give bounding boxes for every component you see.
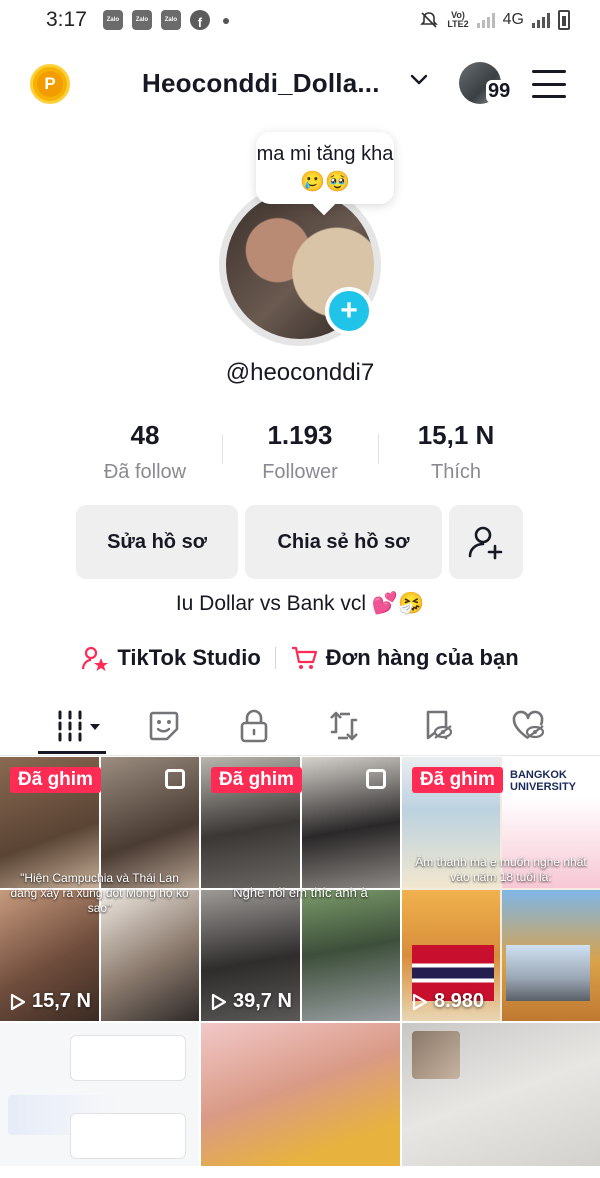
- airplane-image: [506, 945, 590, 1001]
- tab-favorites[interactable]: [144, 706, 184, 746]
- add-friend-button[interactable]: [449, 505, 523, 579]
- view-count: 8.980: [434, 990, 485, 1012]
- multi-photo-icon: [366, 769, 386, 789]
- video-thumbnail[interactable]: [402, 1023, 600, 1166]
- zalo-icon: Zalo: [131, 10, 152, 30]
- pinned-badge: Đã ghim: [211, 767, 302, 793]
- profile-note-bubble[interactable]: ma mi tăng kha🥲🥹: [256, 132, 394, 204]
- play-icon: [10, 993, 26, 1010]
- zalo-icon: Zalo: [102, 10, 123, 30]
- video-thumbnail[interactable]: Đã ghim "Hiện Campuchia và Thái Lan đang…: [0, 757, 199, 1021]
- tab-saved[interactable]: [418, 706, 458, 746]
- notification-count-badge: 99: [486, 80, 513, 103]
- stat-label: Đã follow: [103, 461, 187, 483]
- play-icon: [211, 993, 227, 1010]
- more-notifications-dot: ●: [221, 12, 231, 28]
- username-switcher[interactable]: Heoconddi_Dolla...: [142, 68, 380, 99]
- play-icon: [412, 993, 428, 1010]
- signal-sim1-icon: [476, 12, 495, 28]
- video-caption: "Hiện Campuchia và Thái Lan đang xảy ra …: [10, 871, 189, 915]
- mute-icon: [420, 12, 439, 28]
- sticker-icon: [149, 711, 179, 741]
- bangkok-university-label: BANGKOK UNIVERSITY: [510, 769, 577, 793]
- profile-handle: @heoconddi7: [225, 359, 375, 386]
- tab-liked[interactable]: [508, 706, 548, 746]
- stat-divider: [222, 434, 223, 464]
- links-divider: [274, 647, 276, 669]
- status-bar: 3:17 Zalo Zalo Zalo f ● Vo) LTE2 4G: [0, 0, 600, 40]
- video-thumbnail[interactable]: [201, 1023, 400, 1166]
- video-thumbnail[interactable]: [0, 1023, 199, 1166]
- stat-value: 1.193: [267, 420, 333, 450]
- profile-header: P Heoconddi_Dolla... 99: [0, 56, 600, 112]
- share-profile-button[interactable]: Chia sẻ hồ sơ: [245, 505, 442, 579]
- chevron-down-icon[interactable]: [409, 70, 429, 90]
- profile-bio: Iu Dollar vs Bank vcl 💕🤧: [175, 592, 425, 615]
- stat-divider: [378, 434, 379, 464]
- stat-value: 15,1 N: [417, 420, 495, 450]
- battery-icon: [558, 10, 570, 30]
- stat-value: 48: [130, 420, 160, 450]
- video-views: 8.980: [412, 990, 484, 1013]
- video-thumbnail[interactable]: BANGKOK UNIVERSITY Đã ghim Âm thanh mà e…: [402, 757, 600, 1021]
- stat-followers[interactable]: 1.193 Follower: [222, 420, 378, 484]
- pinned-badge: Đã ghim: [10, 767, 101, 793]
- network-type: 4G: [502, 11, 524, 28]
- tab-reposts[interactable]: [324, 706, 364, 746]
- grid-icon: [58, 710, 100, 742]
- tab-videos[interactable]: [52, 706, 106, 746]
- video-caption: Âm thanh mà e muốn nghe nhất vào năm 18 …: [415, 855, 587, 884]
- profile-links: TikTok Studio Đơn hàng của bạn: [0, 642, 600, 674]
- coin-icon[interactable]: P: [30, 64, 70, 104]
- thumbnail-photo: [412, 1031, 460, 1079]
- bottom-nav-edge: [0, 1166, 600, 1178]
- video-views: 15,7 N: [10, 990, 91, 1013]
- menu-icon[interactable]: [532, 70, 566, 98]
- orders-link[interactable]: Đơn hàng của bạn: [290, 645, 519, 671]
- multi-photo-icon: [165, 769, 185, 789]
- chat-message-bubble: [70, 1035, 186, 1081]
- video-thumbnail[interactable]: Đã ghim Nghe nói em thíc anh à 39,7 N: [201, 757, 400, 1021]
- add-user-icon: [468, 526, 503, 560]
- add-story-button[interactable]: +: [325, 287, 373, 335]
- repost-icon: [330, 711, 358, 741]
- content-tabs: [0, 700, 600, 756]
- studio-star-icon: [82, 646, 109, 671]
- active-tab-indicator: [38, 751, 106, 754]
- cart-icon: [291, 646, 317, 669]
- stat-label: Thích: [430, 461, 482, 483]
- stat-label: Follower: [262, 461, 338, 483]
- profile-stats: 48 Đã follow 1.193 Follower 15,1 N Thích: [0, 420, 600, 490]
- signal-sim2-icon: [532, 12, 550, 28]
- lock-icon: [240, 709, 268, 743]
- tab-private[interactable]: [234, 706, 274, 746]
- heart-hidden-icon: [512, 710, 545, 740]
- stat-likes[interactable]: 15,1 N Thích: [378, 420, 534, 484]
- tiktok-studio-label: TikTok Studio: [117, 645, 261, 670]
- bookmark-hidden-icon: [426, 710, 453, 740]
- edit-profile-button[interactable]: Sửa hồ sơ: [76, 505, 238, 579]
- status-time: 3:17: [46, 8, 87, 31]
- video-views: 39,7 N: [211, 990, 292, 1013]
- stat-following[interactable]: 48 Đã follow: [67, 420, 223, 484]
- volte-indicator: Vo) LTE2: [447, 10, 469, 29]
- facebook-icon: f: [189, 10, 210, 30]
- zalo-icon: Zalo: [160, 10, 181, 30]
- pinned-badge: Đã ghim: [412, 767, 503, 793]
- chat-message-bubble: [70, 1113, 186, 1159]
- status-right: Vo) LTE2 4G: [419, 10, 570, 30]
- video-caption: Nghe nói em thíc anh à: [233, 885, 368, 900]
- tiktok-studio-link[interactable]: TikTok Studio: [81, 645, 261, 671]
- orders-label: Đơn hàng của bạn: [325, 645, 519, 670]
- view-count: 39,7 N: [233, 990, 292, 1012]
- view-count: 15,7 N: [32, 990, 91, 1012]
